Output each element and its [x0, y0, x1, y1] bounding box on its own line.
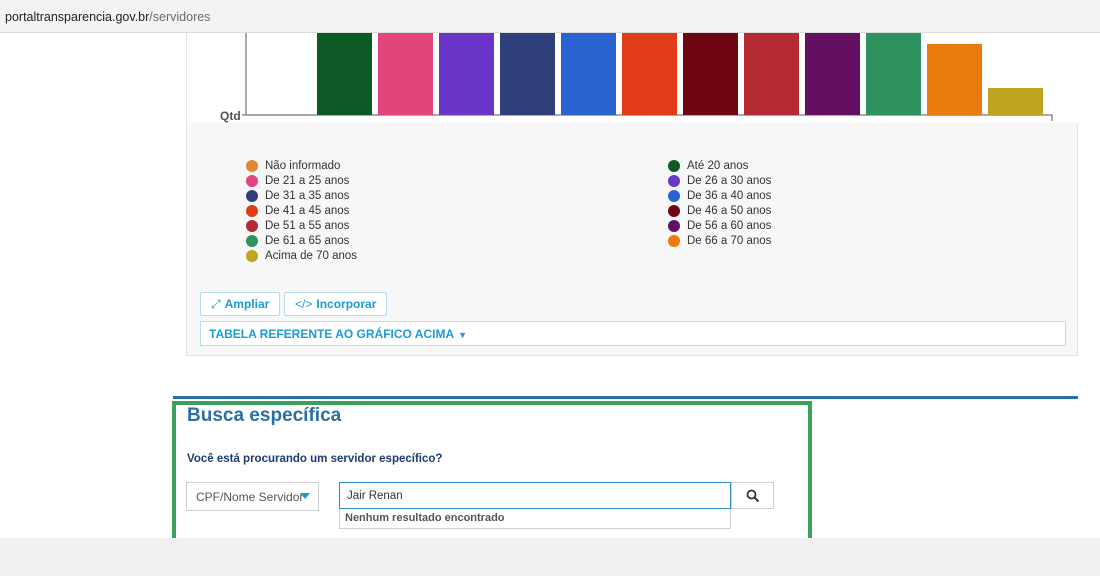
legend-label: De 51 a 55 anos [265, 220, 350, 232]
legend-item[interactable]: De 56 a 60 anos [668, 219, 771, 233]
age-bar-chart [242, 33, 1053, 121]
chart-panel: Qtd Não informado De 21 a 25 anos De 31 a … [186, 33, 1079, 356]
url-text[interactable]: portaltransparencia.gov.br/servidores [5, 10, 210, 24]
bar-de-41-a-45-anos[interactable] [622, 33, 677, 115]
section-divider [173, 396, 1078, 399]
legend-color-dot [668, 175, 680, 187]
bar-de-31-a-35-anos[interactable] [500, 33, 555, 115]
bar-de-21-a-25-anos[interactable] [378, 33, 433, 115]
legend-item[interactable]: De 41 a 45 anos [246, 204, 349, 218]
bar-at-20-anos[interactable] [317, 33, 372, 115]
legend-color-dot [668, 190, 680, 202]
legend-item[interactable]: De 21 a 25 anos [246, 174, 349, 188]
legend-color-dot [668, 160, 680, 172]
bar-de-46-a-50-anos[interactable] [683, 33, 738, 115]
legend-item[interactable]: De 51 a 55 anos [246, 219, 349, 233]
search-input[interactable] [339, 482, 731, 509]
bar-de-51-a-55-anos[interactable] [744, 33, 799, 115]
url-host: portaltransparencia.gov.br [5, 10, 150, 24]
bar-acima-de-70-anos[interactable] [988, 88, 1043, 115]
legend-label: De 21 a 25 anos [265, 175, 350, 187]
legend-color-dot [246, 175, 258, 187]
bar-de-36-a-40-anos[interactable] [561, 33, 616, 115]
caret-down-icon: ▼ [458, 330, 468, 340]
legend-item[interactable]: De 26 a 30 anos [668, 174, 771, 188]
incorporar-label: Incorporar [316, 297, 377, 311]
search-icon [746, 489, 759, 502]
tabela-toggle-button[interactable]: TABELA REFERENTE AO GRÁFICO ACIMA ▼ [200, 321, 1066, 346]
bar-de-61-a-65-anos[interactable] [866, 33, 921, 115]
legend-label: De 31 a 35 anos [265, 190, 350, 202]
bar-de-56-a-60-anos[interactable] [805, 33, 860, 115]
legend-color-dot [668, 235, 680, 247]
section-title: Busca específica [187, 405, 342, 426]
legend-color-dot [668, 220, 680, 232]
browser-address-bar[interactable]: portaltransparencia.gov.br/servidores [0, 0, 1100, 33]
select-value: CPF/Nome Servidor [196, 490, 304, 504]
tabela-label: TABELA REFERENTE AO GRÁFICO ACIMA [209, 327, 455, 341]
legend-item[interactable]: De 66 a 70 anos [668, 234, 771, 248]
legend-label: Até 20 anos [687, 160, 749, 172]
legend-label: De 61 a 65 anos [265, 235, 350, 247]
legend-item[interactable]: De 46 a 50 anos [668, 204, 771, 218]
legend-color-dot [246, 205, 258, 217]
search-type-select[interactable]: CPF/Nome Servidor [186, 482, 319, 511]
bar-de-66-a-70-anos[interactable] [927, 44, 982, 115]
legend-label: De 66 a 70 anos [687, 235, 772, 247]
legend-color-dot [246, 190, 258, 202]
ampliar-label: Ampliar [224, 297, 270, 311]
busca-especifica-section: Busca específica Você está procurando um… [172, 401, 812, 547]
legend-label: De 56 a 60 anos [687, 220, 772, 232]
legend-color-dot [246, 250, 258, 262]
y-axis-label: Qtd [220, 109, 241, 123]
legend-item[interactable]: De 61 a 65 anos [246, 234, 349, 248]
legend-label: De 26 a 30 anos [687, 175, 772, 187]
legend-color-dot [246, 160, 258, 172]
ampliar-button[interactable]: ⤢ Ampliar [200, 292, 281, 316]
search-question: Você está procurando um servidor específ… [187, 453, 443, 465]
expand-icon: ⤢ [211, 296, 221, 311]
legend-label: Não informado [265, 160, 341, 172]
legend-label: De 41 a 45 anos [265, 205, 350, 217]
legend-item[interactable]: De 36 a 40 anos [668, 189, 771, 203]
legend-label: Acima de 70 anos [265, 250, 358, 262]
search-button[interactable] [731, 482, 774, 509]
legend-color-dot [668, 205, 680, 217]
legend-label: De 36 a 40 anos [687, 190, 772, 202]
legend-color-dot [246, 235, 258, 247]
bar-de-26-a-30-anos[interactable] [439, 33, 494, 115]
legend-color-dot [246, 220, 258, 232]
autocomplete-no-result: Nenhum resultado encontrado [339, 509, 731, 529]
legend-item[interactable]: Acima de 70 anos [246, 249, 357, 263]
incorporar-button[interactable]: </> Incorporar [284, 292, 388, 316]
code-icon: </> [295, 297, 313, 311]
url-path: /servidores [149, 10, 211, 24]
legend-item[interactable]: De 31 a 35 anos [246, 189, 349, 203]
legend-item[interactable]: Até 20 anos [668, 159, 748, 173]
footer-band [0, 538, 1100, 576]
chevron-down-icon [300, 493, 310, 499]
legend-label: De 46 a 50 anos [687, 205, 772, 217]
legend-item[interactable]: Não informado [246, 159, 340, 173]
